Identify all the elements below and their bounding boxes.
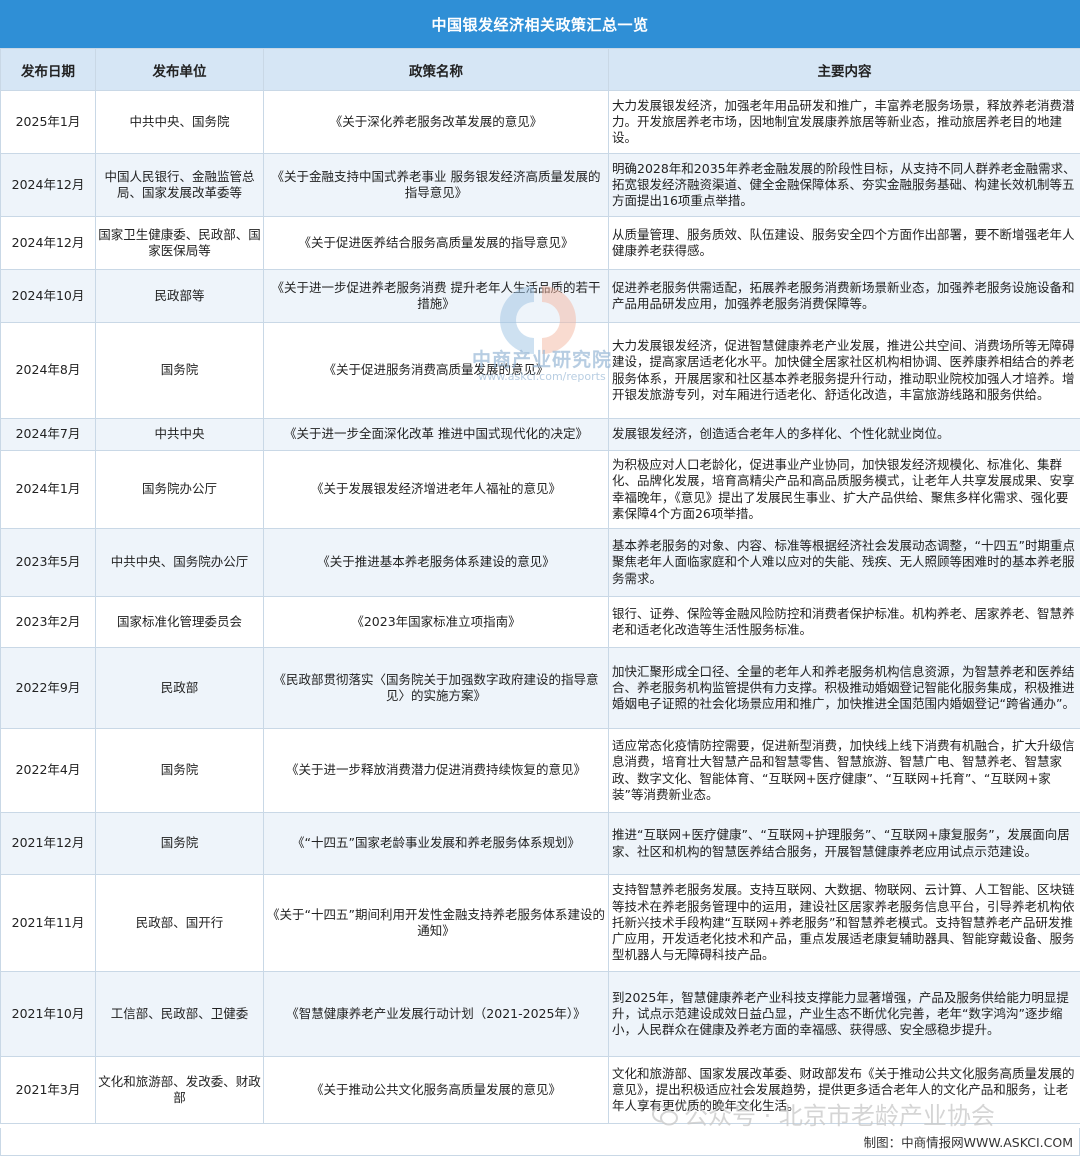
table-row: 2023年2月 国家标准化管理委员会 《2023年国家标准立项指南》 银行、证券、保险…: [0, 596, 1080, 648]
cell-date: 2022年9月: [0, 647, 96, 729]
cell-unit: 中共中央、国务院办公厅: [95, 528, 264, 597]
cell-unit: 民政部: [95, 647, 264, 729]
cell-content: 促进养老服务供需适配，拓展养老服务消费新场景新业态，加强养老服务设施设备和产品用…: [608, 269, 1080, 323]
cell-unit: 国家标准化管理委员会: [95, 596, 264, 648]
table-row: 2021年12月 国务院 《“十四五”国家老龄事业发展和养老服务体系规划》 推进“互联…: [0, 812, 1080, 875]
cell-date: 2021年10月: [0, 971, 96, 1057]
table-row: 2024年12月 中国人民银行、金融监管总局、国家发展改革委等 《关于金融支持中国式…: [0, 153, 1080, 217]
cell-policy-name: 《关于进一步释放消费潜力促进消费持续恢复的意见》: [263, 728, 609, 813]
table-row: 2024年12月 国家卫生健康委、民政部、国家医保局等 《关于促进医养结合服务高质量…: [0, 216, 1080, 270]
table-row: 2021年3月 文化和旅游部、发改委、财政部 《关于推动公共文化服务高质量发展的意见…: [0, 1056, 1080, 1124]
table-row: 2024年1月 国务院办公厅 《关于发展银发经济增进老年人福祉的意见》 为积极应对人口…: [0, 450, 1080, 529]
cell-content: 为积极应对人口老龄化，促进事业产业协同，加快银发经济规模化、标准化、集群化、品牌…: [608, 450, 1080, 529]
cell-date: 2022年4月: [0, 728, 96, 813]
table-title: 中国银发经济相关政策汇总一览: [0, 0, 1080, 48]
header-date: 发布日期: [0, 48, 96, 91]
cell-date: 2023年2月: [0, 596, 96, 648]
cell-unit: 国务院: [95, 728, 264, 813]
table-row: 2024年10月 民政部等 《关于进一步促进养老服务消费 提升老年人生活品质的若干措…: [0, 269, 1080, 323]
cell-content: 银行、证券、保险等金融风险防控和消费者保护标准。机构养老、居家养老、智慧养老和适…: [608, 596, 1080, 648]
cell-date: 2024年12月: [0, 216, 96, 270]
cell-unit: 中共中央、国务院: [95, 90, 264, 154]
cell-date: 2021年11月: [0, 874, 96, 972]
cell-unit: 中共中央: [95, 418, 264, 451]
cell-content: 适应常态化疫情防控需要，促进新型消费，加快线上线下消费有机融合，扩大升级信息消费…: [608, 728, 1080, 813]
cell-unit: 民政部、国开行: [95, 874, 264, 972]
cell-policy-name: 《关于深化养老服务改革发展的意见》: [263, 90, 609, 154]
cell-policy-name: 《关于进一步全面深化改革 推进中国式现代化的决定》: [263, 418, 609, 451]
cell-unit: 国务院: [95, 812, 264, 875]
cell-unit: 国务院办公厅: [95, 450, 264, 529]
cell-date: 2021年3月: [0, 1056, 96, 1124]
cell-policy-name: 《关于推进基本养老服务体系建设的意见》: [263, 528, 609, 597]
cell-date: 2024年12月: [0, 153, 96, 217]
cell-date: 2024年7月: [0, 418, 96, 451]
table-row: 2025年1月 中共中央、国务院 《关于深化养老服务改革发展的意见》 大力发展银发经济…: [0, 90, 1080, 154]
cell-policy-name: 《民政部贯彻落实〈国务院关于加强数字政府建设的指导意见〉的实施方案》: [263, 647, 609, 729]
table-row: 2021年11月 民政部、国开行 《关于“十四五”期间利用开发性金融支持养老服务体系…: [0, 874, 1080, 972]
cell-content: 基本养老服务的对象、内容、标准等根据经济社会发展动态调整，“十四五”时期重点聚焦…: [608, 528, 1080, 597]
table-row: 2021年10月 工信部、民政部、卫健委 《智慧健康养老产业发展行动计划（2021-…: [0, 971, 1080, 1057]
cell-content: 文化和旅游部、国家发展改革委、财政部发布《关于推动公共文化服务高质量发展的意见》…: [608, 1056, 1080, 1124]
cell-content: 加快汇聚形成全口径、全量的老年人和养老服务机构信息资源，为智慧养老和医养结合、养…: [608, 647, 1080, 729]
cell-content: 到2025年，智慧健康养老产业科技支撑能力显著增强，产品及服务供给能力明显提升，…: [608, 971, 1080, 1057]
cell-date: 2025年1月: [0, 90, 96, 154]
cell-date: 2024年1月: [0, 450, 96, 529]
cell-unit: 国务院: [95, 322, 264, 419]
cell-content: 发展银发经济，创造适合老年人的多样化、个性化就业岗位。: [608, 418, 1080, 451]
cell-policy-name: 《关于发展银发经济增进老年人福祉的意见》: [263, 450, 609, 529]
cell-date: 2023年5月: [0, 528, 96, 597]
header-content: 主要内容: [608, 48, 1080, 91]
header-unit: 发布单位: [95, 48, 264, 91]
cell-unit: 中国人民银行、金融监管总局、国家发展改革委等: [95, 153, 264, 217]
cell-date: 2024年8月: [0, 322, 96, 419]
table-row: 2023年5月 中共中央、国务院办公厅 《关于推进基本养老服务体系建设的意见》 基本养…: [0, 528, 1080, 597]
cell-policy-name: 《2023年国家标准立项指南》: [263, 596, 609, 648]
cell-policy-name: 《关于促进服务消费高质量发展的意见》: [263, 322, 609, 419]
cell-date: 2021年12月: [0, 812, 96, 875]
cell-policy-name: 《关于金融支持中国式养老事业 服务银发经济高质量发展的指导意见》: [263, 153, 609, 217]
table-row: 2024年7月 中共中央 《关于进一步全面深化改革 推进中国式现代化的决定》 发展银发…: [0, 418, 1080, 451]
cell-content: 从质量管理、服务质效、队伍建设、服务安全四个方面作出部署，要不断增强老年人健康养…: [608, 216, 1080, 270]
header-row: 发布日期 发布单位 政策名称 主要内容: [0, 48, 1080, 91]
table-row: 2022年9月 民政部 《民政部贯彻落实〈国务院关于加强数字政府建设的指导意见〉的实…: [0, 647, 1080, 729]
cell-unit: 民政部等: [95, 269, 264, 323]
cell-policy-name: 《关于“十四五”期间利用开发性金融支持养老服务体系建设的通知》: [263, 874, 609, 972]
cell-content: 大力发展银发经济，加强老年用品研发和推广，丰富养老服务场景，释放养老消费潜力。开…: [608, 90, 1080, 154]
cell-unit: 工信部、民政部、卫健委: [95, 971, 264, 1057]
table-row: 2024年8月 国务院 《关于促进服务消费高质量发展的意见》 大力发展银发经济，促进智…: [0, 322, 1080, 419]
cell-policy-name: 《关于进一步促进养老服务消费 提升老年人生活品质的若干措施》: [263, 269, 609, 323]
cell-policy-name: 《关于推动公共文化服务高质量发展的意见》: [263, 1056, 609, 1124]
cell-date: 2024年10月: [0, 269, 96, 323]
footer-credit: 制图：中商情报网WWW.ASKCI.COM: [0, 1128, 1080, 1156]
table-row: 2022年4月 国务院 《关于进一步释放消费潜力促进消费持续恢复的意见》 适应常态化疫…: [0, 728, 1080, 813]
cell-content: 明确2028年和2035年养老金融发展的阶段性目标，从支持不同人群养老金融需求、…: [608, 153, 1080, 217]
cell-content: 推进“互联网+医疗健康”、“互联网+护理服务”、“互联网+康复服务”，发展面向居…: [608, 812, 1080, 875]
cell-content: 大力发展银发经济，促进智慧健康养老产业发展，推进公共空间、消费场所等无障碍建设，…: [608, 322, 1080, 419]
cell-content: 支持智慧养老服务发展。支持互联网、大数据、物联网、云计算、人工智能、区块链等技术…: [608, 874, 1080, 972]
policy-table: 发布日期 发布单位 政策名称 主要内容 2025年1月 中共中央、国务院 《关于深化…: [0, 48, 1080, 1124]
cell-policy-name: 《关于促进医养结合服务高质量发展的指导意见》: [263, 216, 609, 270]
cell-policy-name: 《“十四五”国家老龄事业发展和养老服务体系规划》: [263, 812, 609, 875]
cell-unit: 文化和旅游部、发改委、财政部: [95, 1056, 264, 1124]
cell-policy-name: 《智慧健康养老产业发展行动计划（2021-2025年）》: [263, 971, 609, 1057]
cell-unit: 国家卫生健康委、民政部、国家医保局等: [95, 216, 264, 270]
header-name: 政策名称: [263, 48, 609, 91]
